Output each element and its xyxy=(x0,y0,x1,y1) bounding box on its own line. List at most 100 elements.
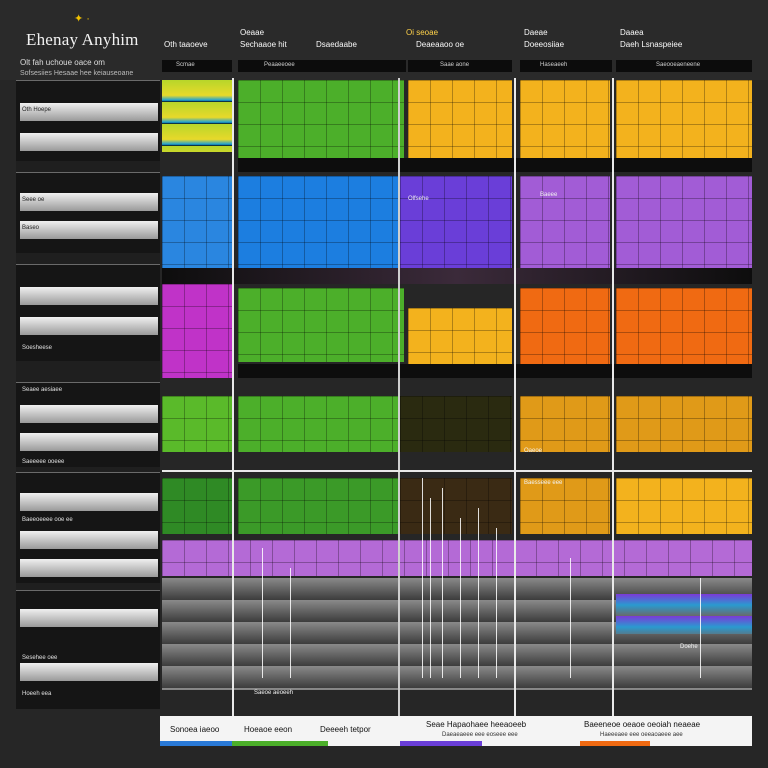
spike-line xyxy=(430,498,431,678)
cell-r5-c4[interactable] xyxy=(520,478,610,534)
legend-item-2[interactable]: Hoeaoe eeon xyxy=(244,725,292,734)
sidebar-bar xyxy=(20,493,158,511)
sidebar-label: Saeeeee ooeee xyxy=(22,459,65,465)
cell-r4-c1[interactable] xyxy=(162,396,232,452)
cell-r6-band[interactable] xyxy=(162,540,752,576)
grid-annotation: Olfsehe xyxy=(408,196,429,202)
legend-swatch-blue xyxy=(160,741,232,746)
cell-r2-c4[interactable] xyxy=(520,176,610,268)
sidebar-bar xyxy=(20,221,158,239)
cell-r2-c3[interactable] xyxy=(400,176,512,268)
grid-annotation: Baeee xyxy=(540,192,558,198)
sidebar-bar xyxy=(20,531,158,549)
legend-item-4[interactable]: Seae Hapaohaee heeaoeeb xyxy=(426,720,526,729)
legend-item-4-sub: Daeaeaeee eee eoseee eee xyxy=(442,732,518,738)
cell-r2-c2[interactable] xyxy=(238,176,404,268)
cell-r3-c4[interactable] xyxy=(520,288,610,364)
sidebar-label: Baseo xyxy=(22,225,40,231)
app-subtitle: Olt fah uchoue oace om xyxy=(20,58,105,67)
heatmap-grid: Olfsehe Baeee Oaeoe Baesseee eee Doehe S… xyxy=(160,78,752,718)
cell-r3-c2[interactable] xyxy=(238,288,404,362)
grid-annotation: Saeoe aeoeeh xyxy=(254,690,294,696)
cell-r5-c2[interactable] xyxy=(238,478,398,534)
sidebar: Oth Hoepe Seee oe Baseo Soesheese Seaee … xyxy=(16,80,160,709)
cell-r1-c3[interactable] xyxy=(408,80,512,158)
cell-r4-c3[interactable] xyxy=(400,396,512,452)
grid-annotation: Oaeoe xyxy=(524,448,543,454)
sidebar-block-3[interactable]: Soesheese xyxy=(16,264,160,361)
cell-r3-c3[interactable] xyxy=(408,308,512,364)
sidebar-block-2[interactable]: Seee oe Baseo xyxy=(16,172,160,253)
cell-r3-c1[interactable] xyxy=(162,284,232,378)
sidebar-block-4[interactable]: Seaee aesiaee Saeeeee ooeee xyxy=(16,382,160,467)
column-header-4-line2: Doeeosiiae xyxy=(524,40,565,49)
column-header-2[interactable]: Oeaae xyxy=(240,28,264,37)
spike-line xyxy=(570,558,571,678)
sidebar-label: Seee oe xyxy=(22,197,45,203)
cell-r4-c2[interactable] xyxy=(238,396,398,452)
grid-annotation: Baesseee eee xyxy=(524,480,563,486)
column-header-4-sub: Haseaeeh xyxy=(540,62,568,68)
cell-r4-c4[interactable] xyxy=(520,396,610,452)
sidebar-label: Oth Hoepe xyxy=(22,107,52,113)
legend-item-1[interactable]: Sonoea iaeoo xyxy=(170,725,219,734)
legend-item-5[interactable]: Baeeneoe oeaoe oeoiah neaeae xyxy=(584,720,700,729)
column-header-5-sub: Saeooeaeneene xyxy=(656,62,701,68)
app-subtitle-secondary: Sofsesiies Hesaae hee keiauseoane xyxy=(20,70,134,77)
spike-line xyxy=(460,518,461,678)
column-header-3[interactable]: Oi seoae xyxy=(406,28,438,37)
spike-line xyxy=(700,578,701,678)
sidebar-bar xyxy=(20,287,158,305)
column-header-4[interactable]: Daeae xyxy=(524,28,548,37)
grid-divider xyxy=(232,78,234,718)
column-header-5[interactable]: Daaea xyxy=(620,28,644,37)
column-header-2-line2: Sechaaoe hit xyxy=(240,40,287,49)
app-title: Ehenay Anyhim xyxy=(26,30,139,49)
footer-legend: Sonoea iaeoo Hoeaoe eeon Deeeeh tetpor S… xyxy=(160,716,752,746)
sparkle-icon: ✦ · xyxy=(74,13,90,25)
legend-item-5-sub: Haeeeaee eee oeeaoaeee aee xyxy=(600,732,683,738)
sidebar-block-5[interactable]: Baeeoeeee ooe ee xyxy=(16,472,160,583)
grid-divider xyxy=(398,78,400,718)
legend-swatch-orange xyxy=(580,741,650,746)
column-header-3-line2: Deaeaaoo oe xyxy=(416,40,465,49)
sidebar-label: Hoeeh eea xyxy=(22,691,52,697)
sidebar-bar xyxy=(20,663,158,681)
grid-divider xyxy=(514,78,516,718)
cell-r3-c5[interactable] xyxy=(616,288,752,364)
column-header-1[interactable]: Oth taaoeve xyxy=(164,40,208,49)
divider-row xyxy=(238,364,752,378)
cell-r4-c5[interactable] xyxy=(616,396,752,452)
column-header-3-sub: Saae aone xyxy=(440,62,470,68)
spike-line xyxy=(478,508,479,678)
cell-r1-c4[interactable] xyxy=(520,80,610,158)
legend-swatch-green xyxy=(232,741,328,746)
grid-annotation: Doehe xyxy=(680,644,698,650)
cell-r1-c5[interactable] xyxy=(616,80,752,158)
sidebar-bar xyxy=(20,317,158,335)
cell-r2-c1[interactable] xyxy=(162,176,232,276)
sidebar-block-1[interactable]: Oth Hoepe xyxy=(16,80,160,161)
divider-row xyxy=(162,268,752,284)
spike-line xyxy=(262,548,263,678)
cell-r5-c1[interactable] xyxy=(162,478,232,534)
divider-row xyxy=(238,158,752,172)
sidebar-block-6[interactable]: Sesehee oee Hoeeh eea xyxy=(16,590,160,709)
column-header-2-sub: Peaaeeoee xyxy=(264,62,295,68)
cell-r5-c5[interactable] xyxy=(616,478,752,534)
spike-line xyxy=(290,568,291,678)
cell-r2-c5[interactable] xyxy=(616,176,752,268)
spike-line xyxy=(496,528,497,678)
sidebar-bar xyxy=(20,609,158,627)
column-header-1-band xyxy=(162,60,232,72)
cell-r5-c3[interactable] xyxy=(400,478,512,534)
legend-swatch-purple xyxy=(400,741,482,746)
cell-r7-accent[interactable] xyxy=(616,594,752,634)
sidebar-label: Baeeoeeee ooe ee xyxy=(22,517,73,523)
sidebar-label: Seaee aesiaee xyxy=(22,387,63,393)
cell-r1-c2[interactable] xyxy=(238,80,404,158)
cell-r1-c1[interactable] xyxy=(162,80,232,152)
sidebar-label: Soesheese xyxy=(22,345,53,351)
sidebar-label: Sesehee oee xyxy=(22,655,58,661)
legend-item-3[interactable]: Deeeeh tetpor xyxy=(320,725,371,734)
